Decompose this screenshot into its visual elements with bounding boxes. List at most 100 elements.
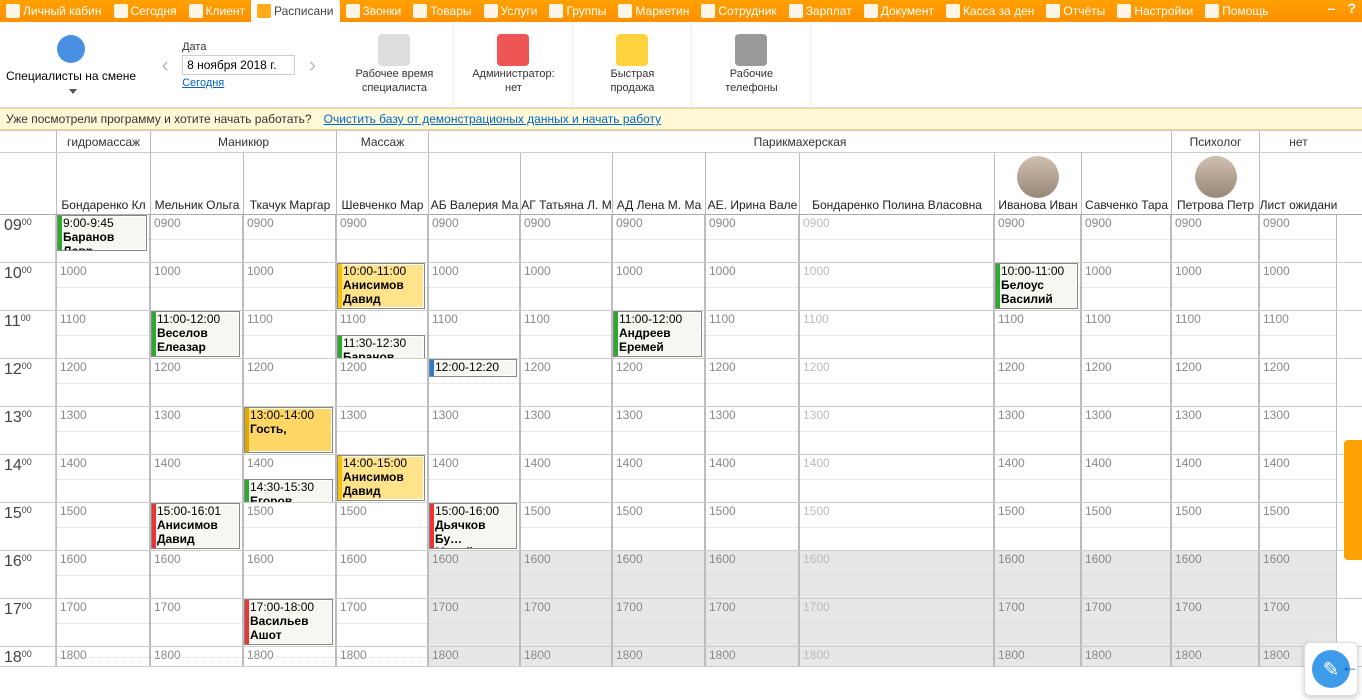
schedule-cell[interactable]: 1100 [1171, 311, 1259, 358]
schedule-cell[interactable]: 1500 [56, 503, 150, 550]
schedule-cell[interactable]: 1400 [1081, 455, 1171, 502]
schedule-cell[interactable]: 1400 [799, 455, 994, 502]
schedule-cell[interactable]: 1400 [56, 455, 150, 502]
staff-cell[interactable]: Лист ожидани [1259, 153, 1337, 214]
side-tab[interactable] [1344, 440, 1362, 560]
schedule-cell[interactable]: 1400 [150, 455, 243, 502]
demo-clear-link[interactable]: Очистить базу от демонстрационых данных … [324, 112, 662, 126]
help-icon[interactable]: ? [1341, 0, 1362, 22]
ribbon-tab-8[interactable]: Маркетин [612, 0, 695, 22]
schedule-cell[interactable]: 1200 [799, 359, 994, 406]
schedule-cell[interactable]: 1300 [1081, 407, 1171, 454]
appointment[interactable]: 12:00-12:20 [429, 359, 517, 377]
shift-specialists-button[interactable]: Специалисты на смене [0, 22, 142, 107]
appointment[interactable]: 14:00-15:00Анисимов Давид [337, 455, 425, 501]
appointment[interactable]: 14:30-15:30Егоров Вол… Эдуардович – [244, 479, 333, 502]
schedule-cell[interactable]: 1700 [520, 599, 612, 646]
appointment[interactable]: 10:00-11:00Белоус Василий [995, 263, 1078, 309]
schedule-cell[interactable]: 1300 [520, 407, 612, 454]
ribbon-tab-4[interactable]: Звонки [340, 0, 408, 22]
schedule-cell[interactable]: 1800 [994, 647, 1081, 666]
schedule-cell[interactable]: 1000 [56, 263, 150, 310]
schedule-cell[interactable]: 1700 [56, 599, 150, 646]
schedule-cell[interactable]: 1100 [520, 311, 612, 358]
schedule-cell[interactable]: 1400 [1259, 455, 1337, 502]
schedule-cell[interactable]: 0900 [1171, 215, 1259, 262]
minimize-icon[interactable]: – [1322, 0, 1342, 22]
staff-cell[interactable]: Ткачук Маргар [243, 153, 336, 214]
appointment[interactable]: 17:00-18:00Васильев Ашот [244, 599, 333, 645]
schedule-cell[interactable]: 1800 [799, 647, 994, 666]
schedule-cell[interactable]: 1100 [799, 311, 994, 358]
schedule-cell[interactable]: 1600 [1171, 551, 1259, 598]
ribbon-tab-11[interactable]: Документ [858, 0, 940, 22]
staff-cell[interactable]: АБ Валерия Ма [428, 153, 520, 214]
schedule-cell[interactable]: 1800 [150, 647, 243, 666]
schedule-cell[interactable]: 1700 [428, 599, 520, 646]
appointment[interactable]: 13:00-14:00Гость, [244, 407, 333, 453]
schedule-cell[interactable]: 1500 [336, 503, 428, 550]
staff-cell[interactable]: Шевченко Мар [336, 153, 428, 214]
schedule-cell[interactable]: 110011:00-12:00Андреев Еремей [612, 311, 705, 358]
ribbon-tab-5[interactable]: Товары [407, 0, 477, 22]
schedule-cell[interactable]: 1700 [336, 599, 428, 646]
schedule-cell[interactable]: 1100 [1081, 311, 1171, 358]
schedule-cell[interactable]: 1200 [336, 359, 428, 406]
staff-cell[interactable]: Иванова Иван [994, 153, 1081, 214]
schedule-cell[interactable]: 0900 [150, 215, 243, 262]
ribbon-tab-6[interactable]: Услуги [478, 0, 544, 22]
schedule-cell[interactable]: 1600 [56, 551, 150, 598]
schedule-cell[interactable]: 1200 [994, 359, 1081, 406]
schedule-cell[interactable]: 1500 [1171, 503, 1259, 550]
schedule-cell[interactable]: 130013:00-14:00Гость, [243, 407, 336, 454]
schedule-cell[interactable]: 1100 [428, 311, 520, 358]
administrator-button[interactable]: Администратор: нет [454, 22, 573, 107]
schedule-cell[interactable]: 1300 [150, 407, 243, 454]
schedule-cell[interactable]: 0900 [243, 215, 336, 262]
appointment[interactable]: 15:00-16:01Анисимов Давид [151, 503, 240, 549]
schedule-cell[interactable]: 0900 [1259, 215, 1337, 262]
schedule-cell[interactable]: 1600 [799, 551, 994, 598]
schedule-cell[interactable]: 1300 [1171, 407, 1259, 454]
schedule-cell[interactable]: 1100 [1259, 311, 1337, 358]
schedule-cell[interactable]: 1800 [520, 647, 612, 666]
schedule-cell[interactable]: 1000 [520, 263, 612, 310]
schedule-cell[interactable]: 1400 [520, 455, 612, 502]
schedule-cell[interactable]: 140014:00-15:00Анисимов Давид [336, 455, 428, 502]
staff-cell[interactable]: Петрова Петр [1171, 153, 1259, 214]
schedule-cell[interactable]: 170017:00-18:00Васильев Ашот [243, 599, 336, 646]
schedule-cell[interactable]: 1300 [56, 407, 150, 454]
schedule-cell[interactable]: 1200 [1171, 359, 1259, 406]
ribbon-tab-9[interactable]: Сотрудник [695, 0, 782, 22]
prev-day-button[interactable]: ‹ [154, 47, 176, 83]
schedule-cell[interactable]: 1000 [612, 263, 705, 310]
schedule-cell[interactable]: 1000 [428, 263, 520, 310]
schedule-cell[interactable]: 150015:00-16:01Анисимов Давид [150, 503, 243, 550]
schedule-cell[interactable]: 1700 [150, 599, 243, 646]
schedule-cell[interactable]: 1200 [520, 359, 612, 406]
schedule-cell[interactable]: 1800 [705, 647, 799, 666]
staff-cell[interactable]: Мельник Ольга [150, 153, 243, 214]
schedule-cell[interactable]: 1500 [520, 503, 612, 550]
schedule-cell[interactable]: 1200 [1259, 359, 1337, 406]
schedule-cell[interactable]: 1200 [150, 359, 243, 406]
schedule-cell[interactable]: 1400 [1171, 455, 1259, 502]
schedule-cell[interactable]: 1800 [428, 647, 520, 666]
schedule-cell[interactable]: 1400 [705, 455, 799, 502]
next-day-button[interactable]: › [301, 47, 323, 83]
schedule-cell[interactable]: 1600 [1259, 551, 1337, 598]
appointment[interactable]: 11:00-12:00Веселов Елеазар [151, 311, 240, 357]
schedule-cell[interactable]: 150015:00-16:00Дьячков Бу… Михайлович – [428, 503, 520, 550]
schedule-cell[interactable]: 140014:30-15:30Егоров Вол… Эдуардович – [243, 455, 336, 502]
ribbon-tab-3[interactable]: Расписани [251, 0, 339, 22]
schedule-cell[interactable]: 1800 [612, 647, 705, 666]
schedule-cell[interactable]: 0900 [428, 215, 520, 262]
staff-cell[interactable]: АД Лена М. Ма [612, 153, 705, 214]
schedule-cell[interactable]: 1700 [612, 599, 705, 646]
schedule-cell[interactable]: 110011:00-12:00Веселов Елеазар [150, 311, 243, 358]
schedule-cell[interactable]: 1500 [705, 503, 799, 550]
schedule-cell[interactable]: 1300 [1259, 407, 1337, 454]
ribbon-tab-2[interactable]: Клиент [183, 0, 252, 22]
schedule-cell[interactable]: 0900 [799, 215, 994, 262]
schedule-cell[interactable]: 1300 [994, 407, 1081, 454]
